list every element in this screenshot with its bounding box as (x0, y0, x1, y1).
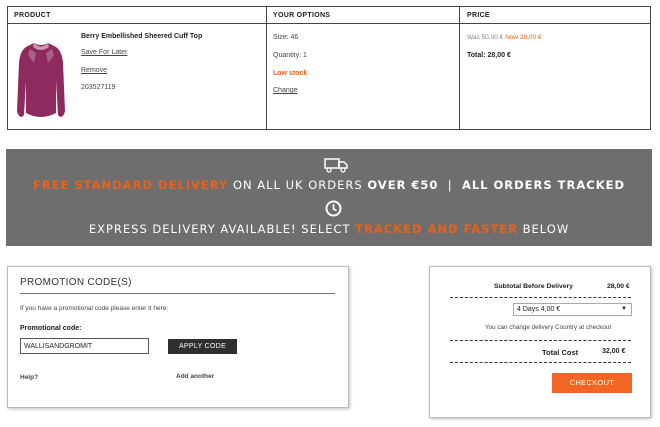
subtotal-value: 28,00 € (607, 283, 630, 290)
stock-status: Low stock (273, 70, 308, 77)
promo-title: PROMOTION CODE(S) (20, 277, 132, 288)
add-another-link[interactable]: Add another (176, 373, 214, 380)
express-available-text: EXPRESS DELIVERY AVAILABLE! SELECT (88, 222, 356, 236)
order-summary: Subtotal Before Delivery 28,00 € 4 Days … (429, 266, 651, 418)
was-price: Was 50,00 € (467, 34, 504, 41)
quantity-value: Quantity: 1 (273, 52, 307, 59)
delivery-banner: FREE STANDARD DELIVERY ON ALL UK ORDERS … (6, 149, 652, 246)
change-link[interactable]: Change (273, 87, 298, 94)
price-line: Was 50,00 € Now 28,00 € (467, 34, 542, 41)
free-standard-delivery-text: FREE STANDARD DELIVERY (32, 178, 229, 192)
banner-express-text: EXPRESS DELIVERY AVAILABLE! SELECT TRACK… (6, 222, 652, 236)
divider (20, 293, 335, 294)
save-for-later-link[interactable]: Save For Later (81, 49, 127, 56)
total-cost-label: Total Cost (542, 348, 579, 357)
apply-code-button[interactable]: APPLY CODE (168, 339, 237, 354)
delivery-option-value: 4 Days 4,00 € (517, 306, 561, 313)
below-text: BELOW (517, 222, 570, 236)
size-value: Size: 46 (273, 34, 299, 41)
help-link[interactable]: Help? (20, 374, 38, 381)
delivery-country-note: You can change delivery Country at check… (485, 324, 612, 331)
banner-free-delivery-text: FREE STANDARD DELIVERY ON ALL UK ORDERS … (6, 178, 652, 192)
tracked-faster-text: TRACKED AND FASTER (355, 222, 518, 236)
product-code: 203527119 (81, 84, 116, 91)
promo-code-input[interactable] (20, 338, 149, 354)
column-divider (459, 7, 460, 129)
price-header: PRICE (467, 12, 490, 19)
separator-text: | (438, 178, 462, 192)
product-name[interactable]: Berry Embellished Sheered Cuff Top (81, 33, 202, 40)
subtotal-label: Subtotal Before Delivery (494, 283, 573, 290)
truck-icon (324, 158, 348, 173)
item-total: Total: 28,00 € (467, 52, 511, 59)
cart-header-row: PRODUCT YOUR OPTIONS PRICE (8, 7, 650, 24)
now-price: Now 28,00 € (505, 34, 542, 41)
product-header: PRODUCT (14, 12, 51, 19)
orders-tracked-text: ALL ORDERS TRACKED (461, 178, 626, 192)
product-image[interactable] (16, 41, 66, 123)
dropdown-arrow-icon: ▼ (621, 306, 627, 312)
divider (450, 362, 631, 363)
remove-link[interactable]: Remove (81, 67, 107, 74)
delivery-option-select[interactable]: 4 Days 4,00 € ▼ (513, 303, 632, 316)
over-50-text: OVER €50 (367, 178, 439, 192)
uk-orders-text: ON ALL UK ORDERS (228, 178, 368, 192)
divider (450, 297, 631, 298)
promo-code-label: Promotional code: (20, 325, 82, 332)
promotion-box: PROMOTION CODE(S) If you have a promotio… (7, 266, 349, 408)
promo-description: If you have a promotional code please en… (20, 305, 169, 312)
divider (450, 340, 631, 341)
options-header: YOUR OPTIONS (273, 12, 331, 19)
checkout-button[interactable]: CHECKOUT (552, 373, 632, 393)
total-cost-value: 32,00 € (602, 348, 626, 355)
cart-table: PRODUCT YOUR OPTIONS PRICE Berry Embelli… (7, 6, 651, 130)
column-divider (266, 7, 267, 129)
clock-icon (325, 200, 342, 217)
